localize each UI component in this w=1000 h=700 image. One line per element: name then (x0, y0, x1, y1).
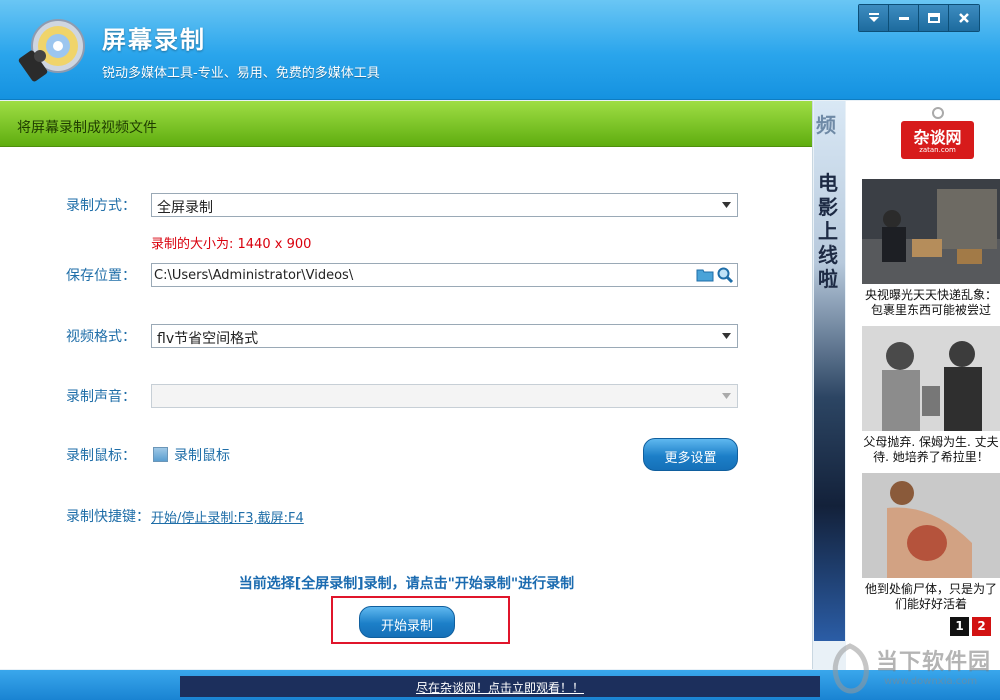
save-path-value: C:\Users\Administrator\Videos\ (154, 268, 354, 283)
record-mouse-label: 录制鼠标： (66, 448, 136, 464)
zatan-logo-text: 杂谈网 (913, 128, 962, 147)
ad-strip-text: 电影上线啦 (818, 171, 838, 291)
watermark-logo-icon (832, 643, 869, 694)
record-size-label: 录制的大小为: (151, 237, 234, 252)
record-audio-label: 录制声音： (66, 389, 136, 405)
zatan-logo-url: zatan.com (919, 146, 956, 154)
save-path-icons (696, 266, 734, 284)
zatan-logo[interactable]: 杂谈网 zatan.com (901, 121, 974, 159)
ad-caption: 央视曝光天天快递乱象： (864, 288, 997, 302)
ad-item[interactable]: 央视曝光天天快递乱象： 包裹里东西可能被尝过 (862, 179, 1000, 318)
hotkey-link[interactable]: 开始/停止录制:F3,截屏:F4 (151, 507, 304, 526)
ad-photo-anatomy (862, 473, 1000, 578)
main-panel: 将屏幕录制成视频文件 录制方式： 全屏录制 录制的大小为: 1440 x 900… (0, 101, 813, 669)
maximize-button[interactable] (919, 5, 949, 31)
record-size-value: 1440 x 900 (237, 237, 312, 252)
record-mode-select[interactable]: 全屏录制 (151, 193, 738, 217)
maximize-icon (927, 13, 940, 23)
more-settings-button[interactable]: 更多设置 (643, 438, 738, 471)
ad-photo-portrait (862, 326, 1000, 431)
ad-page-1[interactable]: 1 (950, 617, 969, 636)
start-record-button[interactable]: 开始录制 (359, 606, 455, 638)
watermark-text: 当下软件园 (876, 650, 992, 675)
record-size-text: 录制的大小为: 1440 x 900 (151, 233, 311, 252)
camera-logo-icon (18, 19, 85, 82)
close-button[interactable] (949, 5, 979, 31)
dropdown-arrow-icon (719, 197, 734, 213)
ad-caption: 他到处偷尸体，只是为了 (864, 582, 997, 596)
ad-panel: 杂谈网 zatan.com 央视曝光天天快递乱象： 包裹里东西可能被尝过 父母抛… (846, 101, 1000, 670)
ad-caption: 待. 她培养了希拉里！ (873, 450, 989, 464)
hint-text: 当前选择[全屏录制]录制，请点击"开始录制"进行录制 (238, 576, 575, 592)
close-icon (959, 13, 969, 23)
watermark-url: www.downxia.com (884, 676, 978, 687)
video-format-label: 视频格式： (66, 329, 136, 345)
app-title: 屏幕录制 (102, 26, 206, 54)
ad-caption: 包裹里东西可能被尝过 (870, 303, 991, 317)
footer-ad-link[interactable]: 尽在杂谈网！点击立即观看！！ (180, 676, 820, 697)
ad-pagination: 1 2 (950, 617, 991, 636)
minimize-button[interactable] (889, 5, 919, 31)
ad-strip-top-text: 频 (816, 113, 836, 137)
section-title: 将屏幕录制成视频文件 (0, 101, 812, 147)
record-mode-value: 全屏录制 (157, 200, 213, 216)
record-mouse-checkbox[interactable] (153, 447, 168, 462)
hotkey-label: 录制快捷键： (66, 509, 150, 525)
ad-caption: 父母抛弃. 保姆为生. 丈夫 (863, 435, 999, 449)
ad-banner-strip[interactable]: 频 电影上线啦 (814, 101, 845, 641)
ad-page-2[interactable]: 2 (972, 617, 991, 636)
record-audio-select[interactable] (151, 384, 738, 408)
dropdown-arrow-icon (719, 328, 734, 344)
minimize-icon (898, 17, 909, 20)
dropdown-arrow-icon (719, 388, 734, 404)
ad-item[interactable]: 他到处偷尸体，只是为了 们能好好活着 (862, 473, 1000, 612)
search-icon[interactable] (716, 266, 734, 284)
pin-icon (932, 107, 944, 119)
ad-caption: 们能好好活着 (894, 597, 967, 611)
title-bar: 屏幕录制 锐动多媒体工具-专业、易用、免费的多媒体工具 (0, 0, 1000, 100)
ad-photo-delivery (862, 179, 1000, 284)
window-controls (858, 4, 980, 32)
watermark: 当下软件园 www.downxia.com (826, 640, 996, 698)
save-path-input[interactable]: C:\Users\Administrator\Videos\ (151, 263, 738, 287)
record-mouse-checkbox-label[interactable]: 录制鼠标 (174, 445, 230, 465)
save-path-label: 保存位置： (66, 268, 136, 284)
menu-button[interactable] (859, 5, 889, 31)
ad-item[interactable]: 父母抛弃. 保姆为生. 丈夫 待. 她培养了希拉里！ (862, 326, 1000, 465)
video-format-value: flv节省空间格式 (157, 331, 259, 347)
folder-icon[interactable] (696, 266, 714, 284)
record-mode-label: 录制方式： (66, 198, 136, 214)
video-format-select[interactable]: flv节省空间格式 (151, 324, 738, 348)
menu-icon (868, 13, 879, 22)
app-subtitle: 锐动多媒体工具-专业、易用、免费的多媒体工具 (102, 66, 380, 81)
